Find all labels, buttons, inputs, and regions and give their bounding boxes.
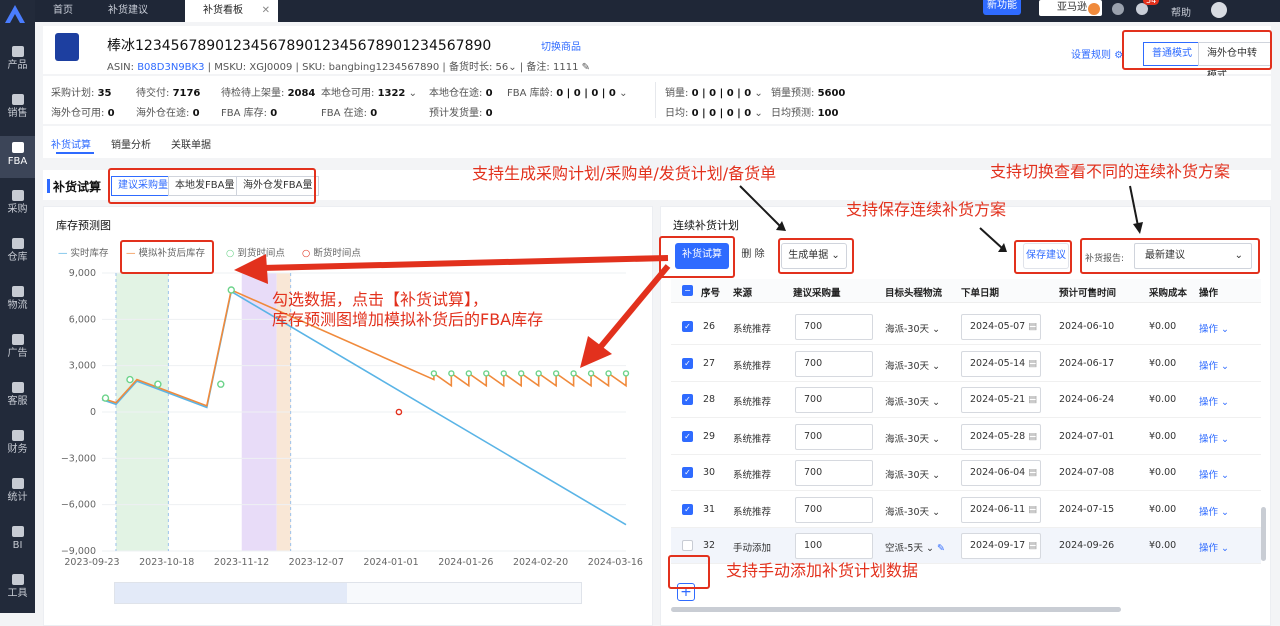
arrow-chart-line bbox=[595, 264, 671, 352]
arrow-save bbox=[979, 227, 1003, 249]
arrow-switch bbox=[1129, 185, 1139, 227]
arrowhead-switch bbox=[1133, 222, 1143, 234]
arrow-generate bbox=[739, 185, 781, 227]
arrowhead-chart-legend bbox=[234, 254, 268, 284]
arrow-chart-legend bbox=[261, 255, 669, 271]
annotation-arrows bbox=[234, 185, 1143, 368]
